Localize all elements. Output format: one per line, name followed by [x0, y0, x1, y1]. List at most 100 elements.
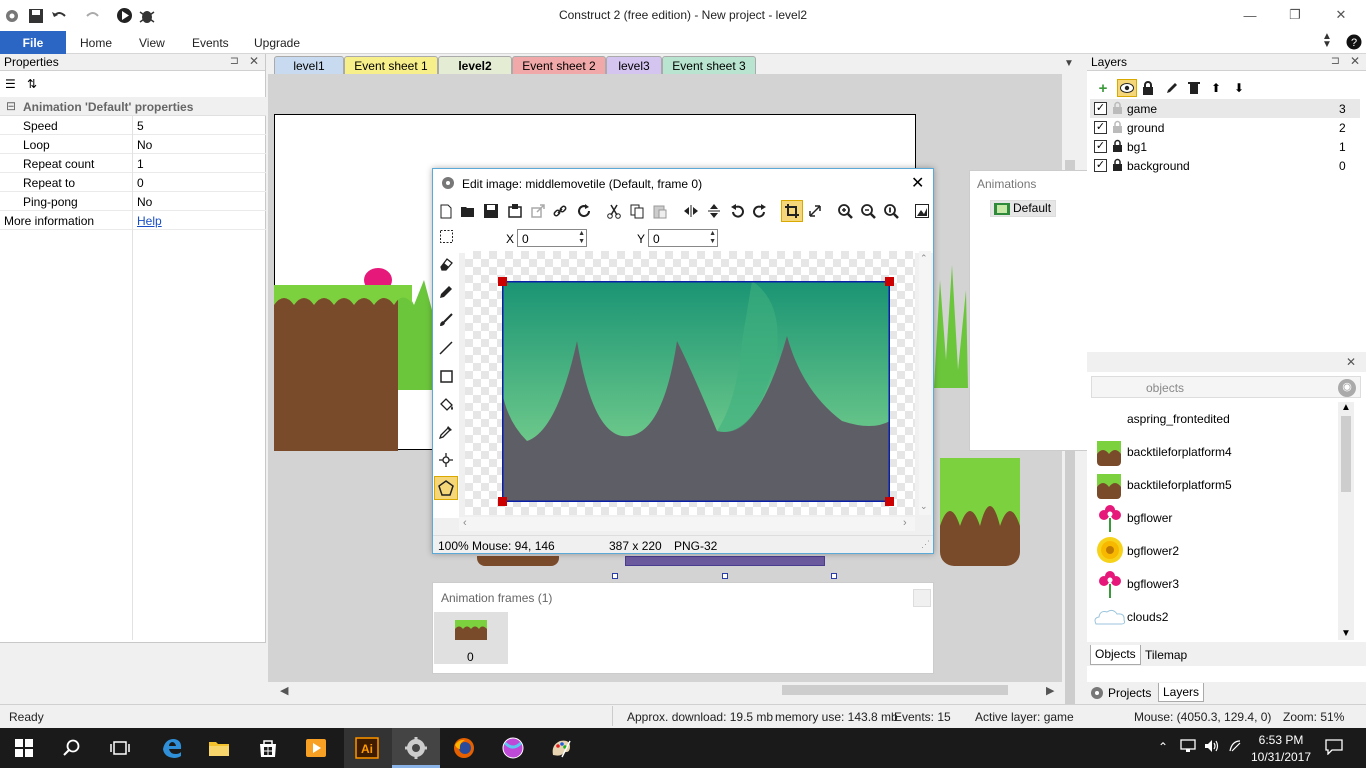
clock-date[interactable]: 10/31/2017: [1250, 750, 1312, 764]
maximize-button[interactable]: ❐: [1285, 6, 1305, 24]
y-input[interactable]: 0 ▲ ▼: [648, 229, 718, 247]
rotate-right-icon[interactable]: [751, 202, 769, 220]
edge-icon[interactable]: [160, 736, 184, 760]
app-ball-icon[interactable]: [501, 736, 525, 760]
pin-icon[interactable]: ⊐: [230, 54, 239, 67]
open-external-icon[interactable]: [529, 202, 547, 220]
close-button[interactable]: ✕: [1331, 6, 1351, 24]
image-vertical-scrollbar[interactable]: ⌃ ⌄: [919, 251, 931, 515]
save-icon[interactable]: [28, 7, 44, 24]
canvas-horizontal-scrollbar[interactable]: ◀ ▶: [274, 682, 1062, 698]
link-icon[interactable]: [551, 202, 569, 220]
objects-scrollbar[interactable]: ▲ ▼: [1338, 402, 1354, 640]
selection-handle[interactable]: [831, 573, 837, 579]
refresh-icon[interactable]: [575, 202, 593, 220]
add-layer-icon[interactable]: +: [1094, 80, 1112, 97]
scroll-left-icon[interactable]: ‹: [463, 517, 467, 529]
image-horizontal-scrollbar[interactable]: ‹ ›: [459, 517, 915, 531]
image-properties-icon[interactable]: [913, 202, 931, 220]
app-gear-icon[interactable]: [4, 7, 20, 24]
collapse-icon[interactable]: ⊟: [6, 99, 16, 113]
layer-row-bg1[interactable]: ✓ bg1 1: [1090, 137, 1360, 156]
platform-tile[interactable]: [274, 265, 434, 455]
task-view-icon[interactable]: [108, 736, 132, 760]
scroll-up-icon[interactable]: ⌃: [920, 253, 928, 264]
search-icon[interactable]: [60, 736, 84, 760]
scroll-left-icon[interactable]: ◀: [280, 684, 288, 697]
close-icon[interactable]: ✕: [1346, 355, 1356, 369]
show-hidden-icons[interactable]: ⌃: [1158, 740, 1168, 754]
tab-doc-level3[interactable]: level3: [606, 56, 662, 74]
redo-icon[interactable]: [84, 7, 102, 24]
tab-doc-event-sheet-3[interactable]: Event sheet 3: [662, 56, 756, 74]
delete-layer-icon[interactable]: [1188, 81, 1206, 95]
flip-icon[interactable]: [705, 202, 723, 220]
undo-icon[interactable]: [50, 7, 68, 24]
prop-value[interactable]: No: [137, 138, 152, 152]
selection-handle[interactable]: [612, 573, 618, 579]
layer-row-ground[interactable]: ✓ ground 2: [1090, 118, 1360, 137]
object-item[interactable]: backtileforplatform5: [1090, 468, 1340, 500]
ribbon-collapse-icon[interactable]: ▲ ▼: [1322, 32, 1332, 50]
object-item[interactable]: bgflower3: [1090, 567, 1340, 599]
scroll-up-icon[interactable]: ▲: [1341, 402, 1351, 413]
edit-layer-icon[interactable]: [1165, 81, 1183, 95]
crop-handle[interactable]: [885, 497, 894, 506]
color-picker-icon[interactable]: [437, 423, 455, 441]
properties-section[interactable]: ⊟ Animation 'Default' properties: [0, 97, 266, 116]
file-explorer-icon[interactable]: [207, 736, 231, 760]
windows-start-icon[interactable]: [12, 736, 36, 760]
layer-visible-checkbox[interactable]: ✓: [1094, 159, 1107, 172]
paint-icon[interactable]: [549, 736, 573, 760]
scrollbar-thumb[interactable]: [1341, 416, 1351, 492]
prop-row-repeat-to[interactable]: Repeat to 0: [0, 173, 266, 192]
tab-doc-event-sheet-2[interactable]: Event sheet 2: [512, 56, 606, 74]
x-input[interactable]: 0 ▲ ▼: [517, 229, 587, 247]
prop-value[interactable]: No: [137, 195, 152, 209]
tab-list-chevron-icon[interactable]: ▼: [1064, 58, 1074, 69]
help-icon[interactable]: ?: [1346, 34, 1362, 50]
prop-row-repeat-count[interactable]: Repeat count 1: [0, 154, 266, 173]
copy-icon[interactable]: [628, 202, 646, 220]
save-icon[interactable]: [482, 202, 500, 220]
dialog-close-button[interactable]: ✕: [911, 173, 924, 193]
frame-thumbnail[interactable]: 0: [434, 612, 508, 664]
crop-handle[interactable]: [498, 277, 507, 286]
scroll-down-icon[interactable]: ⌄: [920, 501, 928, 512]
export-icon[interactable]: [506, 202, 524, 220]
pencil-icon[interactable]: [437, 283, 455, 301]
prop-value[interactable]: 1: [137, 157, 144, 171]
prop-row-ping-pong[interactable]: Ping-pong No: [0, 192, 266, 211]
debug-icon[interactable]: [138, 7, 156, 24]
notifications-icon[interactable]: [1325, 739, 1343, 755]
objects-settings-icon[interactable]: ◉: [1338, 379, 1356, 397]
move-down-icon[interactable]: ⬇: [1234, 81, 1252, 95]
layer-visible-checkbox[interactable]: ✓: [1094, 102, 1107, 115]
unlock-icon[interactable]: [1112, 101, 1123, 114]
store-icon[interactable]: [256, 736, 280, 760]
resize-grip-icon[interactable]: ⋰: [921, 539, 930, 550]
lock-icon[interactable]: [1142, 81, 1160, 95]
fill-bucket-icon[interactable]: [437, 395, 455, 413]
pin-icon[interactable]: ⊐: [1331, 54, 1340, 67]
tab-upgrade[interactable]: Upgrade: [254, 36, 300, 50]
lock-icon[interactable]: [1112, 139, 1123, 152]
tab-home[interactable]: Home: [80, 36, 112, 50]
mirror-icon[interactable]: [682, 202, 700, 220]
tab-events[interactable]: Events: [192, 36, 229, 50]
prop-value[interactable]: 0: [137, 176, 144, 190]
tab-view[interactable]: View: [139, 36, 165, 50]
illustrator-icon[interactable]: Ai: [355, 736, 379, 760]
move-up-icon[interactable]: ⬆: [1211, 81, 1229, 95]
object-item[interactable]: bgflower: [1090, 501, 1340, 533]
scrollbar-thumb[interactable]: [782, 685, 1008, 695]
brush-icon[interactable]: [437, 311, 455, 329]
tab-doc-level1[interactable]: level1: [274, 56, 344, 74]
unlock-icon[interactable]: [1112, 120, 1123, 133]
volume-icon[interactable]: [1204, 739, 1220, 753]
paste-icon[interactable]: [651, 202, 669, 220]
network-icon[interactable]: [1180, 739, 1196, 753]
file-button[interactable]: File: [0, 31, 66, 54]
zoom-out-icon[interactable]: [859, 202, 877, 220]
keyboard-icon[interactable]: [1228, 739, 1242, 753]
